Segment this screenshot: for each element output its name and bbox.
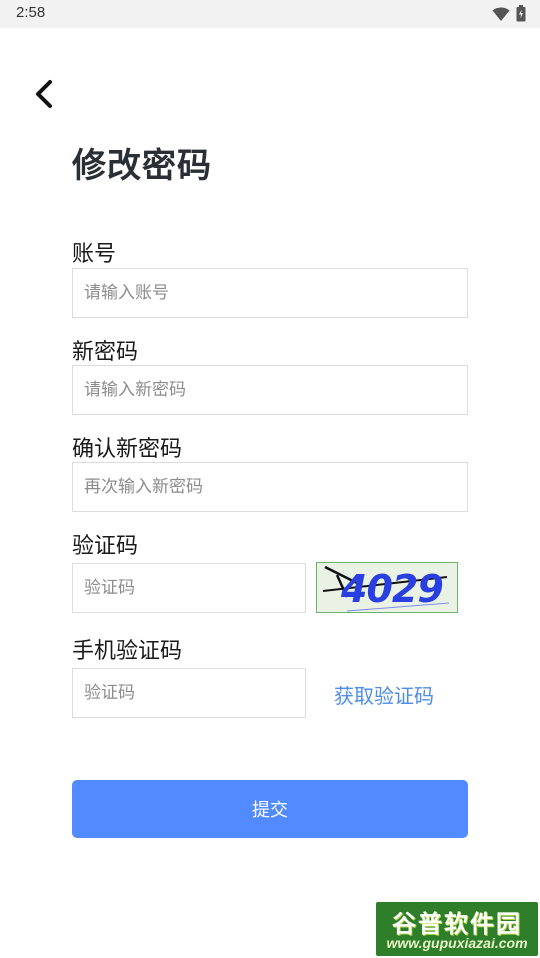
captcha-text: 4029	[341, 567, 444, 611]
account-label: 账号	[72, 242, 117, 267]
watermark-url: www.gupuxiazai.com	[386, 935, 528, 951]
sms-code-label: 手机验证码	[72, 639, 183, 664]
status-icons	[492, 5, 526, 22]
new-password-label: 新密码	[72, 340, 139, 365]
wifi-icon	[492, 7, 510, 21]
captcha-input[interactable]	[72, 563, 306, 613]
chevron-left-icon	[36, 80, 52, 108]
battery-icon	[516, 5, 526, 22]
confirm-password-label: 确认新密码	[72, 437, 183, 462]
captcha-image[interactable]: 4029	[316, 562, 458, 613]
sms-code-input[interactable]	[72, 668, 306, 718]
new-password-input[interactable]	[72, 365, 468, 415]
confirm-password-input[interactable]	[72, 462, 468, 512]
get-code-link[interactable]: 获取验证码	[334, 680, 434, 709]
page-title: 修改密码	[72, 146, 212, 186]
captcha-label: 验证码	[72, 534, 139, 559]
submit-button[interactable]: 提交	[72, 780, 468, 838]
watermark-logo: 谷普软件园 www.gupuxiazai.com	[376, 902, 538, 956]
status-bar: 2:58	[0, 0, 540, 28]
back-button[interactable]	[28, 76, 60, 112]
watermark-title: 谷普软件园	[392, 910, 522, 938]
account-input[interactable]	[72, 268, 468, 318]
status-time: 2:58	[16, 4, 46, 21]
